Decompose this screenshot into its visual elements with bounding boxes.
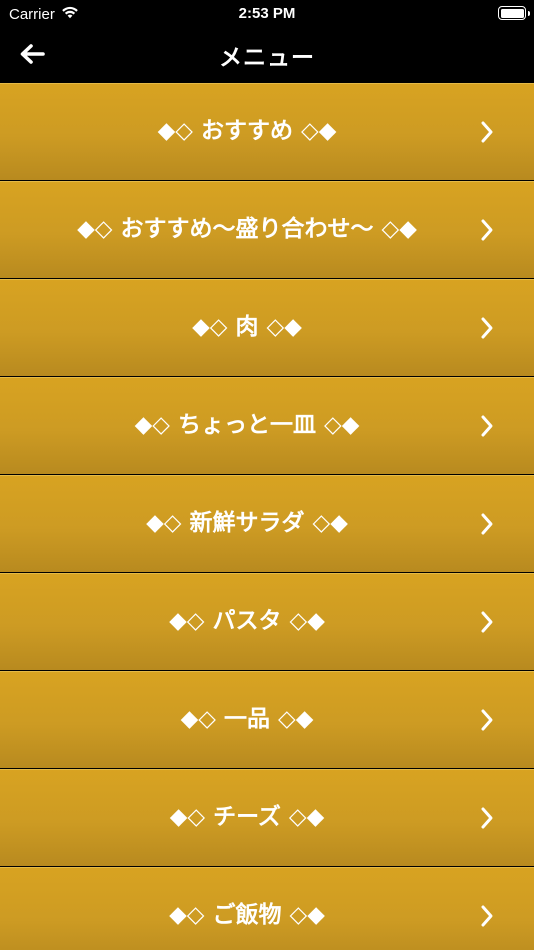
menu-item-label: ◆◇ ご飯物 ◇◆ [169, 902, 325, 928]
menu-item-gohanmono[interactable]: ◆◇ ご飯物 ◇◆ [0, 867, 534, 950]
menu-item-shinsen-salad[interactable]: ◆◇ 新鮮サラダ ◇◆ [0, 475, 534, 572]
menu-item-label: ◆◇ パスタ ◇◆ [169, 608, 325, 634]
menu-list: ◆◇ おすすめ ◇◆ ◆◇ おすすめ～盛り合わせ～ ◇◆ ◆◇ 肉 ◇◆ ◆◇ … [0, 83, 534, 950]
chevron-right-icon [476, 511, 498, 537]
chevron-right-icon [476, 707, 498, 733]
menu-item-label: ◆◇ ちょっと一皿 ◇◆ [134, 412, 360, 438]
page-title: メニュー [219, 45, 315, 71]
chevron-right-icon [476, 805, 498, 831]
menu-item-label: ◆◇ 一品 ◇◆ [180, 706, 314, 732]
chevron-right-icon [476, 217, 498, 243]
menu-item-label: ◆◇ チーズ ◇◆ [169, 804, 325, 830]
menu-item-ippin[interactable]: ◆◇ 一品 ◇◆ [0, 671, 534, 768]
menu-item-osusume-moriawase[interactable]: ◆◇ おすすめ～盛り合わせ～ ◇◆ [0, 181, 534, 278]
navigation-bar: メニュー [0, 28, 534, 83]
menu-item-osusume[interactable]: ◆◇ おすすめ ◇◆ [0, 83, 534, 180]
battery-icon [498, 6, 530, 20]
menu-item-cheese[interactable]: ◆◇ チーズ ◇◆ [0, 769, 534, 866]
menu-item-niku[interactable]: ◆◇ 肉 ◇◆ [0, 279, 534, 376]
chevron-right-icon [476, 119, 498, 145]
chevron-right-icon [476, 315, 498, 341]
status-time: 2:53 PM [238, 5, 296, 22]
battery-fill [500, 8, 524, 18]
chevron-right-icon [476, 609, 498, 635]
menu-item-label: ◆◇ 肉 ◇◆ [192, 314, 302, 340]
chevron-right-icon [476, 413, 498, 439]
menu-item-pasta[interactable]: ◆◇ パスタ ◇◆ [0, 573, 534, 670]
screen: Carrier 2:53 PM メニュー ◆◇ おすすめ ◇◆ ◆◇ おすすめ～… [0, 0, 534, 950]
menu-item-label: ◆◇ おすすめ ◇◆ [157, 118, 337, 144]
battery-cap [527, 10, 530, 16]
menu-item-label: ◆◇ 新鮮サラダ ◇◆ [146, 510, 348, 536]
status-bar: Carrier 2:53 PM [0, 0, 534, 28]
menu-item-chotto-hitosara[interactable]: ◆◇ ちょっと一皿 ◇◆ [0, 377, 534, 474]
chevron-right-icon [476, 903, 498, 929]
menu-item-label: ◆◇ おすすめ～盛り合わせ～ ◇◆ [77, 216, 417, 242]
